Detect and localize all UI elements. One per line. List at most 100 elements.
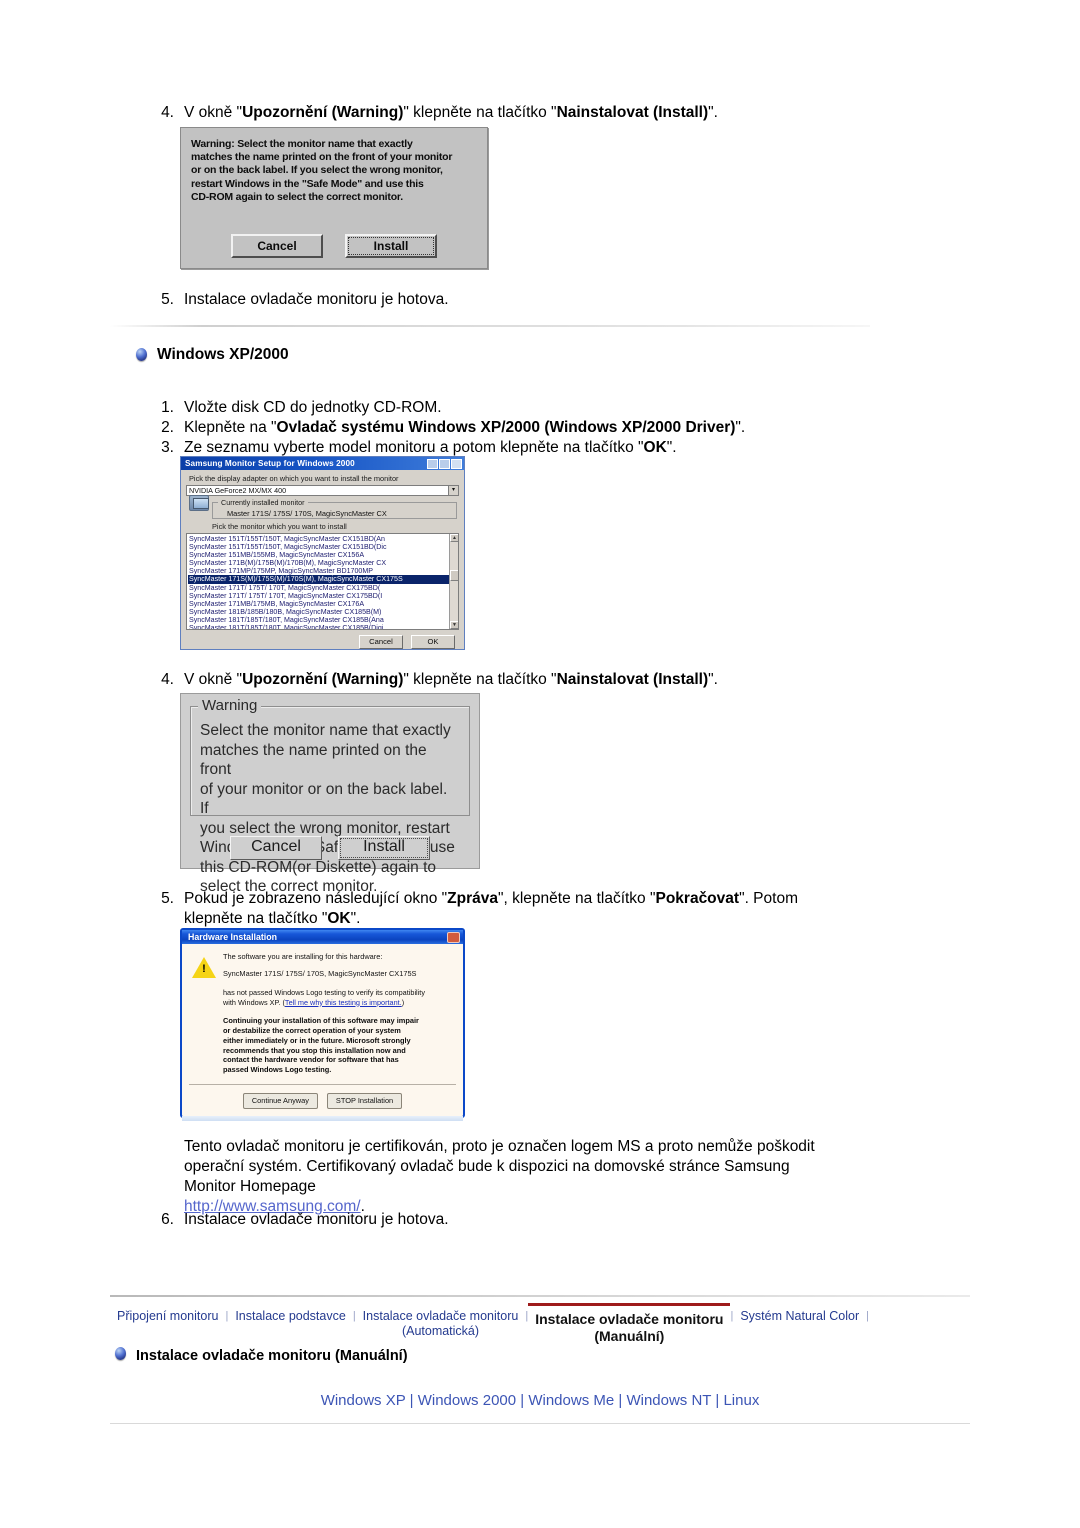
step-number: 1. bbox=[161, 399, 174, 416]
hardware-bold-line: or destabilize the correct operation of … bbox=[223, 1025, 401, 1035]
hardware-dialog-content: ! The software you are installing for th… bbox=[182, 944, 463, 1075]
adapter-select[interactable]: NVIDIA GeForce2 MX/MX 400 ▾ bbox=[186, 485, 459, 496]
hardware-body-bold: Continuing your installation of this sof… bbox=[223, 1016, 455, 1075]
hardware-bold-line: contact the hardware vendor for software… bbox=[223, 1055, 399, 1065]
os-link-windows-2000[interactable]: Windows 2000 bbox=[418, 1392, 516, 1409]
step-number: 2. bbox=[161, 419, 174, 436]
hardware-line-2: SyncMaster 171S/ 175S/ 170S, MagicSyncMa… bbox=[223, 969, 417, 978]
step-text: Klepněte na "Ovladač systému Windows XP/… bbox=[184, 418, 888, 438]
nav-item-instalace-podstavce[interactable]: Instalace podstavce bbox=[228, 1303, 353, 1324]
maximize-button[interactable] bbox=[439, 458, 450, 469]
section-heading: Windows XP/2000 bbox=[157, 346, 289, 363]
warning-line: this CD-ROM(or Diskette) again to bbox=[200, 858, 437, 876]
hardware-dialog-buttons: Continue Anyway STOP Installation bbox=[182, 1085, 463, 1116]
list-item[interactable]: SyncMaster 181T/185T/180T, MagicSyncMast… bbox=[188, 624, 458, 629]
install-button[interactable]: Install bbox=[338, 836, 430, 860]
monitor-list[interactable]: SyncMaster 151T/155T/150T, MagicSyncMast… bbox=[186, 533, 459, 630]
step-text-post: ". bbox=[666, 439, 677, 456]
list-item[interactable]: SyncMaster 171B(M)/175B(M)/170B(M), Magi… bbox=[188, 559, 458, 567]
list-item[interactable]: SyncMaster 181B/185B/180B, MagicSyncMast… bbox=[188, 608, 458, 616]
step-3: 3. Ze seznamu vyberte model monitoru a p… bbox=[148, 438, 888, 458]
warning-groupbox-legend: Warning bbox=[198, 697, 262, 714]
ok-button[interactable]: OK bbox=[411, 635, 455, 649]
step-text: Instalace ovladače monitoru je hotova. bbox=[184, 1211, 449, 1228]
nav-item-system-natural-color[interactable]: Systém Natural Color bbox=[733, 1303, 866, 1324]
hardware-dialog-title: Hardware Installation bbox=[188, 932, 277, 942]
nav-item-pripojeni-monitoru[interactable]: Připojení monitoru bbox=[110, 1303, 225, 1324]
list-item[interactable]: SyncMaster 171MB/175MB, MagicSyncMaster … bbox=[188, 600, 458, 608]
note-line-2: operační systém. Certifikovaný ovladač b… bbox=[184, 1158, 790, 1175]
stop-installation-button[interactable]: STOP Installation bbox=[326, 1092, 403, 1109]
os-link-windows-xp[interactable]: Windows XP bbox=[321, 1392, 406, 1409]
hardware-bold-line: recommends that you stop this installati… bbox=[223, 1045, 406, 1055]
scrollbar-thumb[interactable] bbox=[450, 570, 458, 581]
warning-line: matches the name printed on the front of… bbox=[191, 151, 453, 164]
adapter-label: Pick the display adapter on which you wa… bbox=[189, 474, 399, 483]
list-item[interactable]: SyncMaster 171T/ 175T/ 170T, MagicSyncMa… bbox=[188, 584, 458, 592]
list-item-selected[interactable]: SyncMaster 171S(M)/175S(M)/170S(M), Magi… bbox=[188, 575, 458, 584]
cancel-button[interactable]: Cancel bbox=[230, 836, 322, 860]
step-text-mid: " klepněte na tlačítko " bbox=[403, 104, 557, 121]
step-text-pre: Ze seznamu vyberte model monitoru a poto… bbox=[184, 439, 644, 456]
minimize-button[interactable] bbox=[427, 458, 438, 469]
step-text-bold-2: Nainstalovat (Install) bbox=[556, 104, 709, 121]
close-button[interactable] bbox=[451, 458, 462, 469]
list-item[interactable]: SyncMaster 151T/155T/150T, MagicSyncMast… bbox=[188, 535, 458, 543]
os-link-windows-nt[interactable]: Windows NT bbox=[626, 1392, 711, 1409]
cancel-button[interactable]: Cancel bbox=[231, 234, 323, 258]
hardware-dialog-titlebar: Hardware Installation bbox=[182, 930, 463, 944]
close-icon[interactable] bbox=[447, 931, 460, 943]
group-legend: Currently installed monitor bbox=[218, 498, 308, 507]
list-item[interactable]: SyncMaster 171T/ 175T/ 170T, MagicSyncMa… bbox=[188, 592, 458, 600]
step-5-top: 5. Instalace ovladače monitoru je hotova… bbox=[148, 290, 888, 310]
install-button[interactable]: Install bbox=[345, 234, 437, 258]
samsung-dialog-titlebar: Samsung Monitor Setup for Windows 2000 bbox=[181, 457, 464, 470]
note-text: Tento ovladač monitoru je certifikován, … bbox=[184, 1137, 908, 1217]
hardware-dialog-footer bbox=[182, 1115, 463, 1121]
nav-separator: | bbox=[866, 1310, 869, 1322]
step-number: 4. bbox=[161, 104, 174, 121]
page-title: Instalace ovladače monitoru (Manuální) bbox=[136, 1348, 408, 1364]
warning-line: or on the back label. If you select the … bbox=[191, 164, 443, 177]
monitor-list-scrollbar[interactable]: ▲ ▼ bbox=[449, 534, 458, 629]
warning-groupbox-buttons: Cancel Install bbox=[181, 836, 479, 860]
adapter-select-value: NVIDIA GeForce2 MX/MX 400 bbox=[189, 486, 287, 495]
step-text-bold: OK bbox=[643, 439, 667, 456]
list-item[interactable]: SyncMaster 171MP/175MP, MagicSyncMaster … bbox=[188, 567, 458, 575]
os-link-separator: | bbox=[618, 1392, 623, 1409]
step-number: 3. bbox=[161, 439, 174, 456]
step-text: Instalace ovladače monitoru je hotova. bbox=[184, 291, 449, 308]
nav-item-instalace-ovladace-manualni[interactable]: Instalace ovladače monitoru (Manuální) bbox=[528, 1303, 731, 1345]
hardware-bold-line: Continuing your installation of this sof… bbox=[223, 1016, 419, 1026]
step-2: 2. Klepněte na "Ovladač systému Windows … bbox=[148, 418, 888, 438]
step-text-line2-post: ". bbox=[350, 910, 361, 927]
continue-anyway-button[interactable]: Continue Anyway bbox=[242, 1092, 318, 1109]
currently-installed-monitor-group: Currently installed monitor Master 171S/… bbox=[212, 498, 457, 519]
warning-line: Select the monitor name that exactly bbox=[200, 722, 451, 739]
scroll-up-icon[interactable]: ▲ bbox=[450, 534, 458, 542]
list-item[interactable]: SyncMaster 151MB/155MB, MagicSyncMaster … bbox=[188, 551, 458, 559]
step-text-post: ". bbox=[708, 104, 718, 121]
monitor-icon bbox=[189, 495, 209, 511]
chevron-down-icon[interactable]: ▾ bbox=[448, 486, 458, 495]
step-number: 6. bbox=[161, 1211, 174, 1228]
nav-item-instalace-ovladace-automaticka[interactable]: Instalace ovladače monitoru (Automatická… bbox=[356, 1303, 526, 1339]
logo-testing-link[interactable]: Tell me why this testing is important. bbox=[285, 998, 402, 1007]
warning-line: of your monitor or on the back label. If bbox=[200, 780, 448, 818]
list-item[interactable]: SyncMaster 151T/155T/150T, MagicSyncMast… bbox=[188, 543, 458, 551]
step-number: 4. bbox=[161, 671, 174, 688]
os-link-windows-me[interactable]: Windows Me bbox=[528, 1392, 614, 1409]
step-text-mid: " klepněte na tlačítko " bbox=[403, 671, 557, 688]
step-text: Pokud je zobrazeno následující okno "Zpr… bbox=[184, 889, 908, 929]
hardware-installation-dialog: Hardware Installation ! The software you… bbox=[180, 928, 465, 1121]
os-link-linux[interactable]: Linux bbox=[723, 1392, 759, 1409]
scroll-down-icon[interactable]: ▼ bbox=[450, 621, 458, 629]
warning-triangle-icon: ! bbox=[192, 957, 216, 979]
step-text-pre: Klepněte na " bbox=[184, 419, 277, 436]
cancel-button[interactable]: Cancel bbox=[359, 635, 403, 649]
warning-dialog-groupbox: Warning Select the monitor name that exa… bbox=[180, 693, 480, 895]
list-item[interactable]: SyncMaster 181T/185T/180T, MagicSyncMast… bbox=[188, 616, 458, 624]
hardware-line-1: The software you are installing for this… bbox=[223, 952, 383, 961]
step-text-bold-1: Upozornění (Warning) bbox=[242, 671, 404, 688]
step-text: Vložte disk CD do jednotky CD-ROM. bbox=[184, 399, 442, 416]
